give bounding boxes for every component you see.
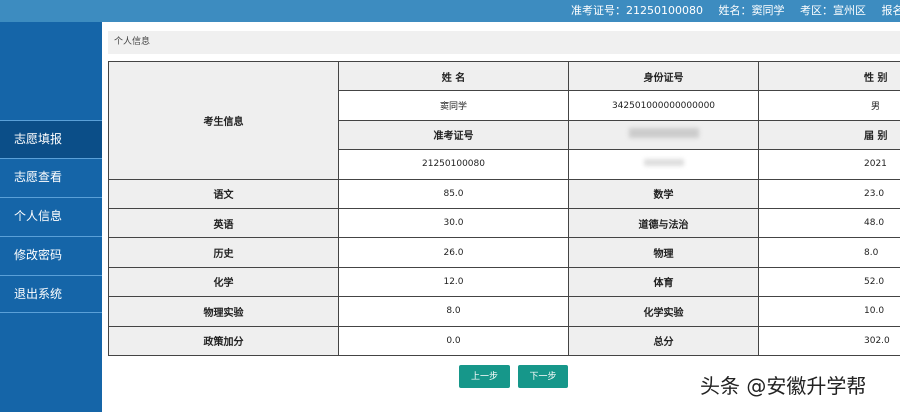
subject-label: 物理实验 xyxy=(108,296,339,327)
score-value: 30.0 xyxy=(338,207,569,239)
exam-no-header: 准考证号 xyxy=(338,119,569,151)
year-value: 2021 xyxy=(758,149,900,180)
sidebar: 志愿填报 志愿查看 个人信息 修改密码 退出系统 xyxy=(0,22,102,412)
score-row: 化学 12.0 体育 52.0 xyxy=(108,266,900,298)
score-row: 物理实验 8.0 化学实验 10.0 xyxy=(108,296,900,327)
subject-label: 物理 xyxy=(568,237,759,268)
year-header: 届 别 xyxy=(758,119,900,151)
name-value: 窦同学 xyxy=(338,90,569,121)
score-value: 8.0 xyxy=(758,237,900,268)
gender-value: 男 xyxy=(758,90,900,121)
name-header: 姓 名 xyxy=(338,61,569,92)
top-bar: 准考证号：21250100080 姓名：窦同学 考区：宣州区 报名点：宣 xyxy=(0,0,900,22)
exam-no-value: 21250100080 xyxy=(338,149,569,180)
score-value: 52.0 xyxy=(758,266,900,298)
subject-label: 道德与法治 xyxy=(568,207,759,239)
score-row: 语文 85.0 数学 23.0 xyxy=(108,178,900,209)
sidebar-item-logout[interactable]: 退出系统 xyxy=(0,275,102,313)
id-value: 342501000000000000 xyxy=(568,90,759,121)
score-value: 85.0 xyxy=(338,178,569,209)
score-value: 48.0 xyxy=(758,207,900,239)
subject-label: 化学 xyxy=(108,266,339,298)
registration-site: 报名点：宣 xyxy=(881,4,900,17)
score-value: 10.0 xyxy=(758,296,900,327)
subject-label: 历史 xyxy=(108,237,339,268)
sidebar-item-volunteer-view[interactable]: 志愿查看 xyxy=(0,158,102,196)
subject-label: 化学实验 xyxy=(568,296,759,327)
score-row: 英语 30.0 道德与法治 48.0 xyxy=(108,207,900,239)
breadcrumb: 个人信息 xyxy=(108,31,900,54)
watermark: 头条 @安徽升学帮 xyxy=(700,374,867,398)
score-row: 政策加分 0.0 总分 302.0 xyxy=(108,325,900,356)
subject-label: 体育 xyxy=(568,266,759,298)
subject-label: 数学 xyxy=(568,178,759,209)
subject-label: 语文 xyxy=(108,178,339,209)
id-header: 身份证号 xyxy=(568,61,759,92)
subject-label: 英语 xyxy=(108,207,339,239)
next-step-button[interactable]: 下一步 xyxy=(518,365,568,388)
prev-step-button[interactable]: 上一步 xyxy=(459,365,510,388)
sidebar-item-change-password[interactable]: 修改密码 xyxy=(0,236,102,274)
score-value: 8.0 xyxy=(338,296,569,327)
score-value: 23.0 xyxy=(758,178,900,209)
subject-label: 总分 xyxy=(568,325,759,356)
gender-header: 性 别 xyxy=(758,61,900,92)
blurred-cell xyxy=(568,119,759,151)
section-label: 考生信息 xyxy=(108,61,339,180)
exam-number: 准考证号：21250100080 xyxy=(571,4,703,17)
score-value: 302.0 xyxy=(758,325,900,356)
sidebar-item-personal-info[interactable]: 个人信息 xyxy=(0,197,102,235)
score-row: 历史 26.0 物理 8.0 xyxy=(108,237,900,268)
score-value: 12.0 xyxy=(338,266,569,298)
student-name: 姓名：窦同学 xyxy=(718,4,785,17)
blurred-cell xyxy=(568,149,759,180)
sidebar-item-volunteer-fill[interactable]: 志愿填报 xyxy=(0,120,102,158)
score-value: 0.0 xyxy=(338,325,569,356)
exam-district: 考区：宣州区 xyxy=(799,4,866,17)
score-value: 26.0 xyxy=(338,237,569,268)
student-info-table: 考生信息 姓 名 身份证号 性 别 窦同学 342501000000000000… xyxy=(108,61,900,356)
subject-label: 政策加分 xyxy=(108,325,339,356)
